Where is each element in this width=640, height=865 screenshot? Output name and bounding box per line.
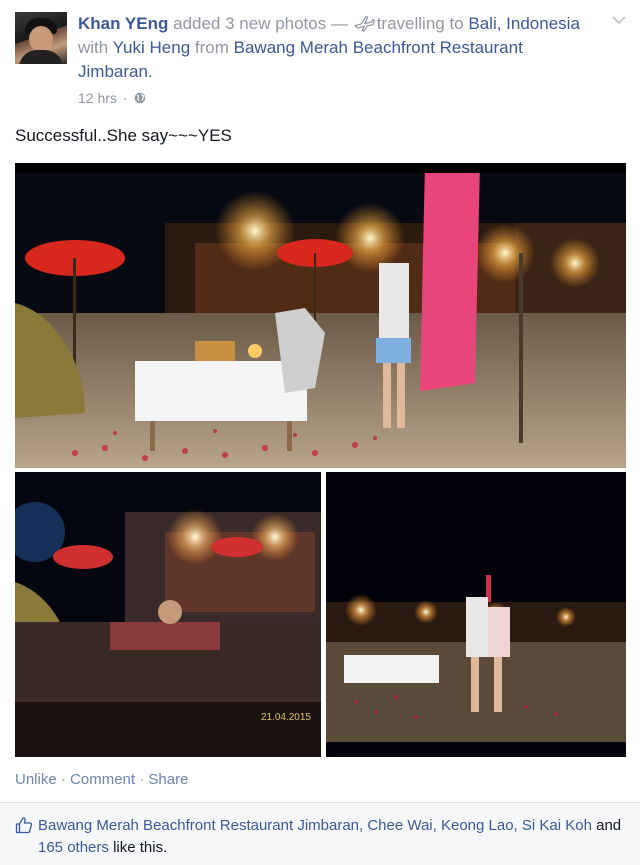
- from-text: from: [194, 38, 229, 57]
- post-status-text: Successful..She say~~~YES: [15, 126, 232, 145]
- meta-separator: ·: [122, 90, 128, 106]
- photo-2[interactable]: 21.04.2015: [15, 472, 321, 757]
- thumbs-up-icon[interactable]: [15, 816, 33, 834]
- chevron-down-icon[interactable]: [611, 14, 627, 26]
- avatar[interactable]: [15, 12, 67, 64]
- photo-2-image: 21.04.2015: [15, 472, 321, 757]
- action-text: added 3 new photos —: [173, 14, 348, 33]
- share-link[interactable]: Share: [148, 771, 188, 788]
- post-actions: Unlike · Comment · Share: [15, 771, 188, 788]
- photo-3-image: [326, 472, 626, 757]
- globe-icon[interactable]: [134, 92, 146, 104]
- others-link[interactable]: 165 others: [38, 839, 109, 856]
- airplane-icon: [354, 16, 375, 32]
- comment-link[interactable]: Comment: [70, 771, 135, 788]
- photo-date-stamp: 21.04.2015: [261, 712, 311, 723]
- destination-link[interactable]: Bali, Indonesia: [468, 14, 580, 33]
- likes-suffix: like this.: [113, 839, 168, 856]
- post-header: Khan YEng added 3 new photos — travellin…: [0, 0, 640, 120]
- author-name[interactable]: Khan YEng: [78, 14, 168, 33]
- activity-text: travelling to: [376, 14, 464, 33]
- likes-and: and: [596, 817, 622, 834]
- with-text: with: [78, 38, 109, 57]
- action-dot: ·: [139, 771, 145, 788]
- likes-bar: Bawang Merah Beachfront Restaurant Jimba…: [0, 802, 640, 865]
- post-timestamp[interactable]: 12 hrs: [78, 90, 117, 106]
- post-meta: 12 hrs ·: [78, 90, 146, 106]
- photo-3[interactable]: [326, 472, 626, 757]
- tagged-friend-link[interactable]: Yuki Heng: [113, 38, 191, 57]
- unlike-link[interactable]: Unlike: [15, 771, 57, 788]
- post-headline: Khan YEng added 3 new photos — travellin…: [78, 12, 598, 84]
- action-dot: ·: [60, 771, 66, 788]
- likers-list[interactable]: Bawang Merah Beachfront Restaurant Jimba…: [38, 817, 592, 834]
- photo-1[interactable]: [15, 163, 626, 468]
- likes-text: Bawang Merah Beachfront Restaurant Jimba…: [38, 815, 628, 859]
- photo-1-image: [15, 163, 626, 468]
